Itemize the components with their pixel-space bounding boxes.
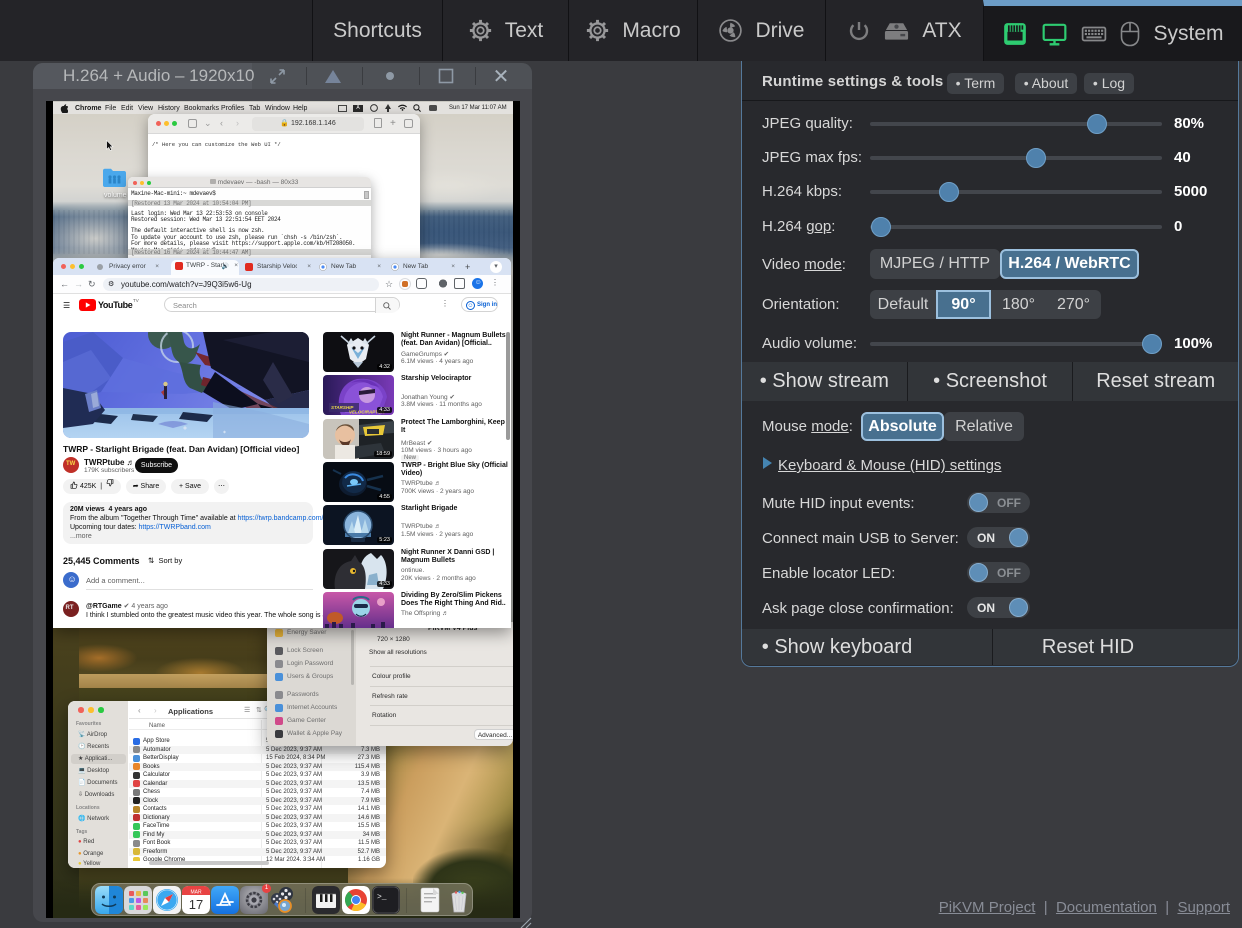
svg-text:MAR: MAR <box>190 890 202 896</box>
